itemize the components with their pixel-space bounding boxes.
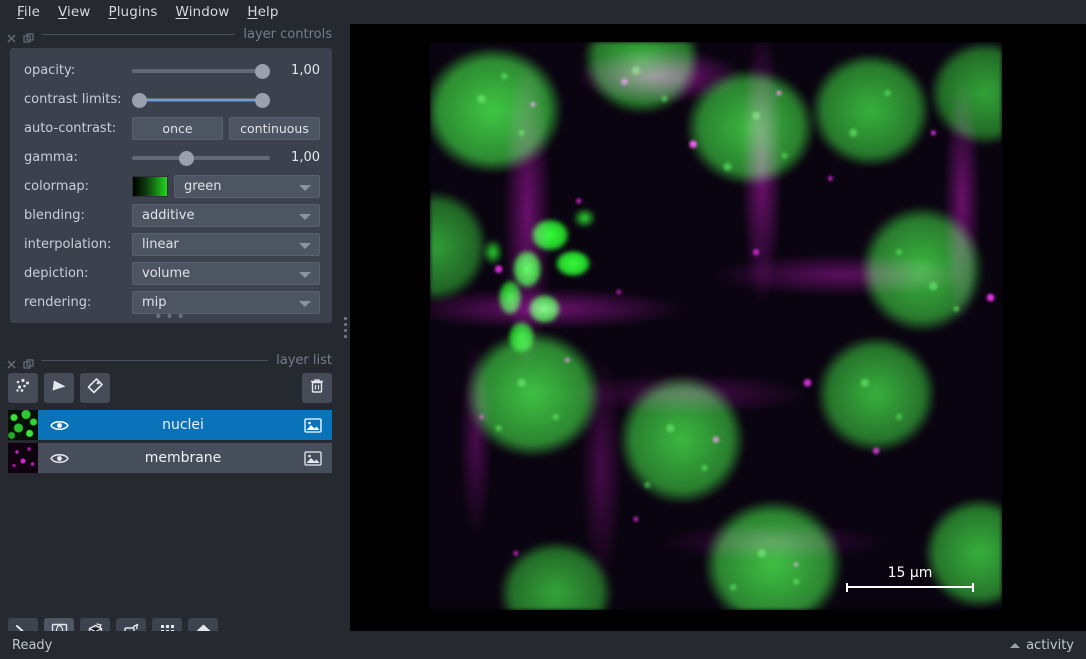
microscopy-image: 15 µm [430, 42, 1002, 610]
blending-value: additive [142, 208, 195, 223]
opacity-track [132, 69, 270, 73]
blending-label: blending: [24, 208, 85, 223]
chevron-down-icon [299, 214, 311, 220]
layer-row-membrane[interactable]: membrane [8, 443, 332, 473]
opacity-row: opacity: 1,00 [10, 58, 332, 83]
visibility-toggle-icon[interactable] [46, 452, 72, 465]
dock-rule [42, 359, 269, 361]
colormap-swatch [132, 176, 168, 197]
napari-main-window: File View Plugins Window Help layer cont… [0, 0, 1086, 659]
opacity-slider[interactable] [132, 59, 270, 82]
scale-bar-line [846, 583, 974, 592]
opacity-value: 1,00 [291, 63, 320, 78]
layer-list-title: layer list [276, 352, 332, 368]
gamma-label: gamma: [24, 150, 78, 165]
labels-icon [86, 377, 104, 399]
activity-label: activity [1026, 637, 1074, 653]
visibility-toggle-icon[interactable] [46, 419, 72, 432]
auto-contrast-continuous-button[interactable]: continuous [229, 117, 320, 140]
image-layer-icon [300, 417, 326, 433]
contrast-limits-slider[interactable] [132, 88, 270, 111]
menu-bar: File View Plugins Window Help [0, 0, 1086, 24]
rendering-label: rendering: [24, 295, 92, 310]
dock-rule [42, 33, 236, 35]
new-labels-layer-button[interactable] [80, 373, 110, 403]
menu-help[interactable]: Help [238, 2, 287, 22]
gamma-slider[interactable] [132, 146, 270, 169]
layer-list-dock-header: layer list [0, 350, 340, 370]
rendering-value: mip [142, 295, 167, 310]
mitotic-cluster-render [430, 42, 1002, 610]
dock-splitter-handle[interactable] [340, 24, 350, 631]
menu-window[interactable]: Window [167, 2, 239, 22]
points-icon [14, 377, 32, 399]
layer-controls-dock-header: layer controls [0, 24, 340, 44]
activity-button[interactable]: activity [1010, 638, 1074, 653]
image-layer-icon [300, 450, 326, 466]
scale-bar: 15 µm [846, 565, 974, 592]
viewer-canvas[interactable]: 15 µm [350, 24, 1086, 631]
contrast-limits-row: contrast limits: [10, 87, 332, 112]
layer-thumbnail [8, 443, 38, 473]
layer-controls-title: layer controls [243, 26, 332, 42]
auto-contrast-once-button[interactable]: once [132, 117, 223, 140]
menu-file[interactable]: File [8, 2, 49, 22]
chevron-down-icon [299, 301, 311, 307]
close-icon[interactable] [6, 29, 17, 42]
colormap-combobox[interactable]: green [174, 175, 320, 198]
contrast-limits-label: contrast limits: [24, 92, 122, 107]
interpolation-row: interpolation: linear [10, 232, 332, 257]
interpolation-combobox[interactable]: linear [132, 233, 320, 256]
layer-thumbnail [8, 410, 38, 440]
left-dock-area: layer controls opacity: 1,00 contrast li… [0, 24, 340, 648]
splitter-grip-dots [343, 317, 347, 338]
float-window-icon[interactable] [23, 29, 34, 43]
gamma-row: gamma: 1,00 [10, 145, 332, 170]
opacity-label: opacity: [24, 63, 76, 78]
new-shapes-layer-button[interactable] [44, 373, 74, 403]
layer-name: membrane [144, 450, 222, 466]
new-points-layer-button[interactable] [8, 373, 38, 403]
depiction-label: depiction: [24, 266, 89, 281]
auto-contrast-row: auto-contrast: once continuous [10, 116, 332, 141]
layer-controls-panel: opacity: 1,00 contrast limits: auto-cont… [10, 48, 332, 324]
auto-contrast-label: auto-contrast: [24, 121, 117, 136]
contrast-limits-range [139, 99, 263, 101]
gamma-track [132, 156, 270, 160]
gamma-handle[interactable] [178, 151, 194, 166]
layer-row-nuclei[interactable]: nuclei [8, 410, 332, 440]
blending-row: blending: additive [10, 203, 332, 228]
trash-icon [308, 377, 326, 399]
colormap-value: green [184, 179, 222, 194]
status-message: Ready [12, 637, 53, 653]
gamma-value: 1,00 [291, 150, 320, 165]
delete-layer-button[interactable] [302, 373, 332, 403]
scale-bar-label: 15 µm [887, 565, 933, 581]
colormap-label: colormap: [24, 179, 90, 194]
chevron-down-icon [299, 272, 311, 278]
float-window-icon[interactable] [23, 355, 34, 369]
layer-list-toolbar [8, 372, 332, 404]
blending-combobox[interactable]: additive [132, 204, 320, 227]
status-bar: Ready activity [0, 631, 1086, 659]
shapes-icon [50, 377, 68, 399]
depiction-value: volume [142, 266, 191, 281]
layer-list: nuclei membrane [8, 410, 332, 476]
close-icon[interactable] [6, 355, 17, 368]
panel-resize-grip[interactable]: ••• [10, 310, 332, 324]
layer-name: nuclei [162, 417, 204, 433]
depiction-combobox[interactable]: volume [132, 262, 320, 285]
depiction-row: depiction: volume [10, 261, 332, 286]
opacity-handle[interactable] [255, 64, 270, 79]
contrast-limits-high-handle[interactable] [255, 93, 270, 108]
interpolation-label: interpolation: [24, 237, 112, 252]
contrast-limits-low-handle[interactable] [132, 93, 147, 108]
menu-plugins[interactable]: Plugins [99, 2, 166, 22]
interpolation-value: linear [142, 237, 179, 252]
chevron-down-icon [299, 185, 311, 191]
colormap-row: colormap: green [10, 174, 332, 199]
chevron-up-icon [1010, 642, 1021, 648]
menu-view[interactable]: View [49, 2, 99, 22]
chevron-down-icon [299, 243, 311, 249]
